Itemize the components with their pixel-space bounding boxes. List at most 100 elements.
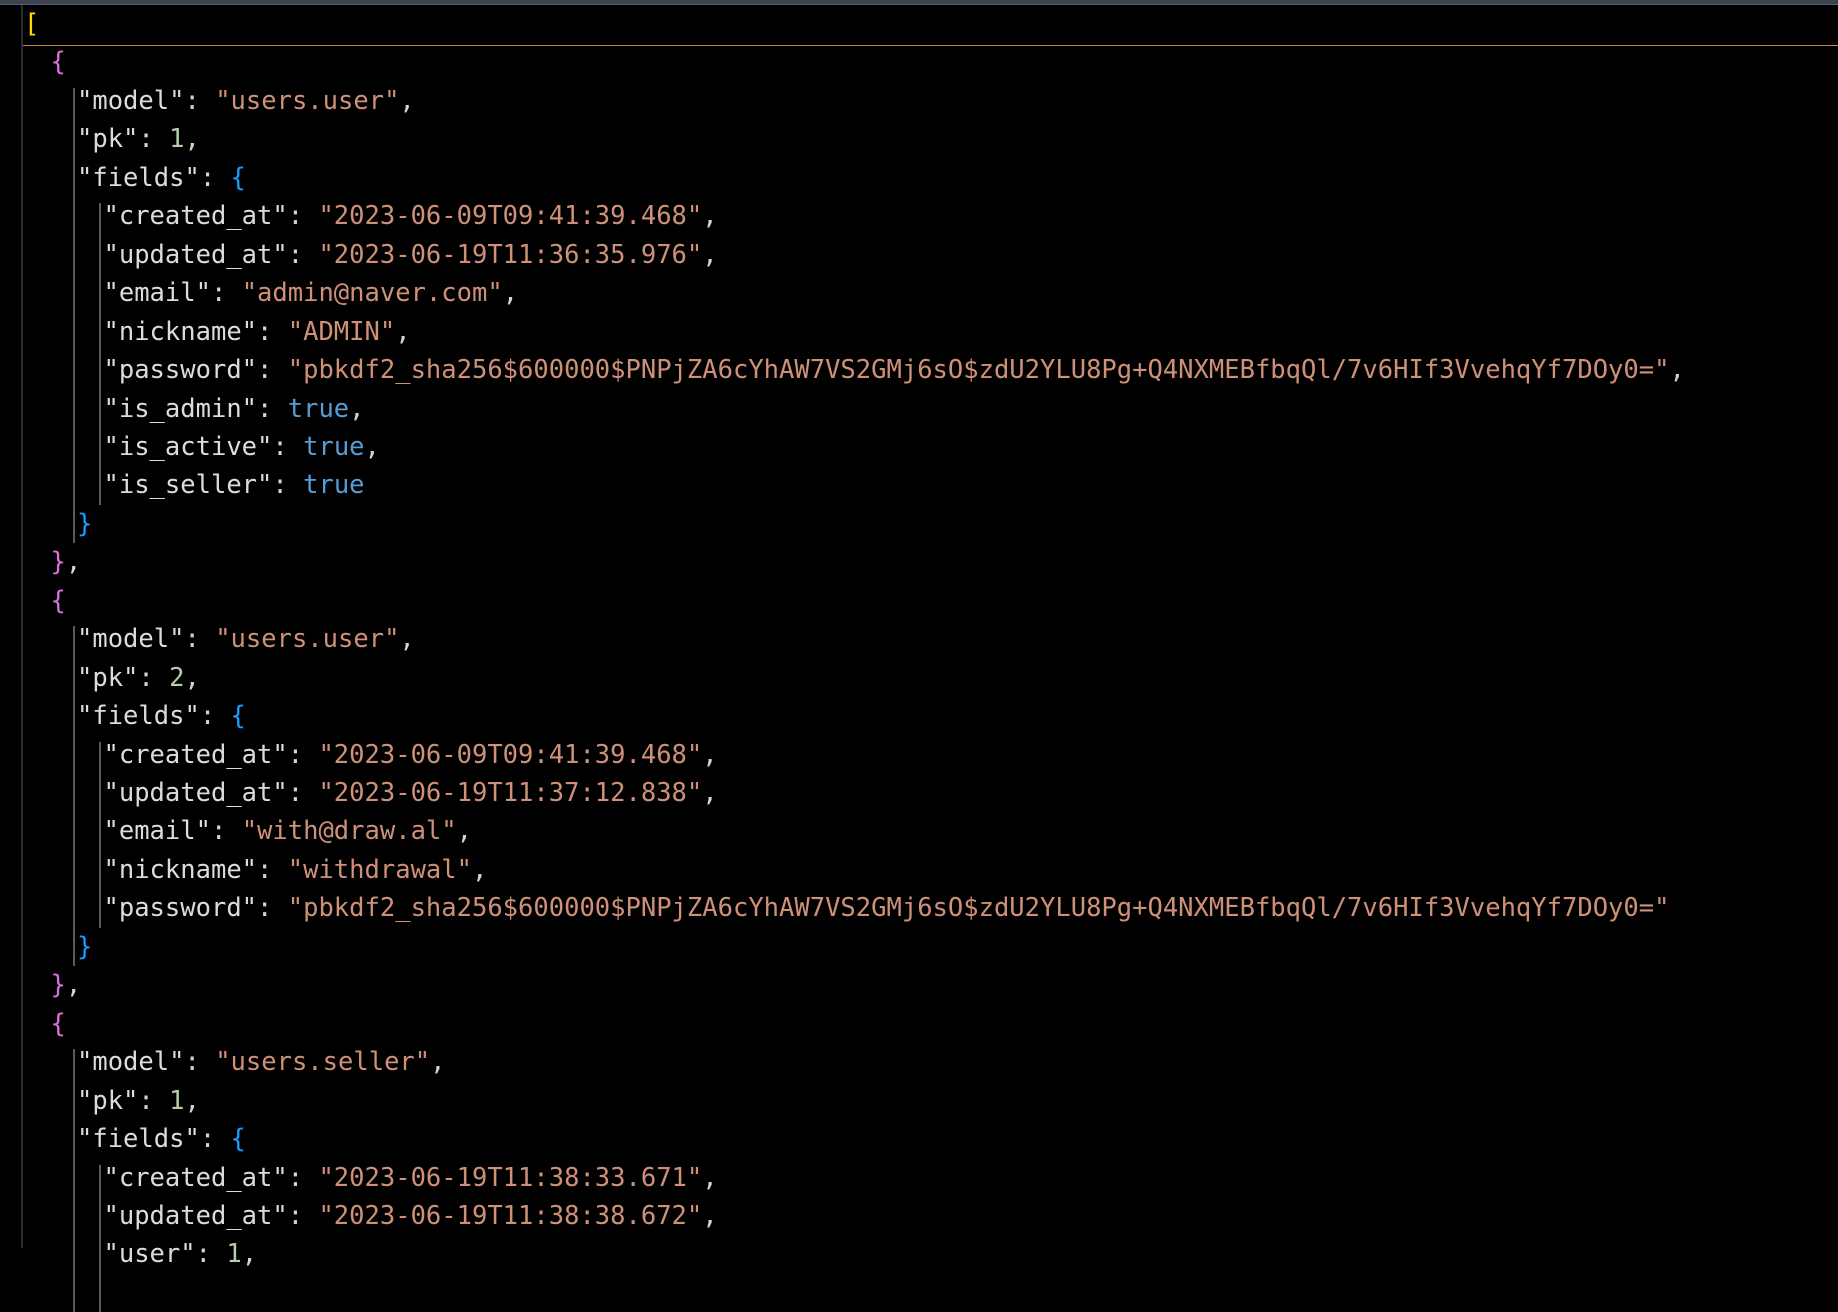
code-token: "fields" — [77, 163, 200, 193]
json-editor[interactable]: [{"model": "users.user","pk": 1,"fields"… — [0, 5, 1838, 1248]
code-token: , — [185, 663, 200, 693]
code-token: , — [503, 278, 518, 308]
code-token: : — [211, 278, 242, 308]
code-token: : — [138, 124, 169, 154]
code-token: "fields" — [77, 701, 200, 731]
code-token: { — [51, 586, 66, 616]
code-token: true — [303, 432, 364, 462]
code-token: "pbkdf2_sha256$600000$PNPjZA6cYhAW7VS2GM… — [288, 355, 1670, 385]
code-token: , — [702, 201, 717, 231]
code-line: { — [51, 582, 66, 620]
code-token: "users.user" — [215, 86, 399, 116]
code-line: "email": "with@draw.al", — [104, 812, 472, 850]
code-token: : — [184, 86, 215, 116]
code-token: : — [272, 470, 303, 500]
code-token: : — [184, 1047, 215, 1077]
indent-guide — [99, 203, 101, 505]
code-line: "created_at": "2023-06-09T09:41:39.468", — [104, 736, 718, 774]
code-token: "is_active" — [104, 432, 273, 462]
code-token: , — [702, 778, 717, 808]
code-token: } — [77, 932, 92, 962]
code-token: : — [288, 1163, 319, 1193]
code-token: "nickname" — [104, 317, 258, 347]
code-token: , — [399, 86, 414, 116]
code-token: , — [702, 240, 717, 270]
code-token: : — [288, 201, 319, 231]
code-token: "2023-06-09T09:41:39.468" — [318, 201, 702, 231]
code-token: , — [1669, 355, 1684, 385]
code-token: 1 — [226, 1239, 241, 1269]
indent-guide — [73, 88, 75, 543]
code-token: { — [231, 701, 246, 731]
code-token: : — [257, 355, 288, 385]
code-token: "model" — [77, 624, 184, 654]
code-line: "is_admin": true, — [104, 390, 365, 428]
code-token: } — [77, 509, 92, 539]
code-token: : — [138, 1086, 169, 1116]
code-token: "fields" — [77, 1124, 200, 1154]
code-token: "pk" — [77, 124, 138, 154]
code-token: : — [257, 855, 288, 885]
code-token: , — [66, 970, 81, 1000]
indent-guide — [99, 742, 101, 928]
code-token: "model" — [77, 86, 184, 116]
code-line: "is_active": true, — [104, 428, 380, 466]
code-token: "admin@naver.com" — [242, 278, 503, 308]
code-line: "password": "pbkdf2_sha256$600000$PNPjZA… — [104, 351, 1685, 389]
code-token: { — [231, 163, 246, 193]
code-token: : — [288, 740, 319, 770]
code-token: "created_at" — [104, 1163, 288, 1193]
code-token: } — [51, 970, 66, 1000]
code-token: , — [185, 124, 200, 154]
code-token: , — [430, 1047, 445, 1077]
code-line: { — [51, 1005, 66, 1043]
code-line: "nickname": "withdrawal", — [104, 851, 488, 889]
code-token: 2 — [169, 663, 184, 693]
code-token: : — [211, 816, 242, 846]
code-token: "2023-06-19T11:37:12.838" — [318, 778, 702, 808]
code-token: , — [472, 855, 487, 885]
code-line: "fields": { — [77, 159, 246, 197]
indent-guide — [99, 1165, 101, 1312]
code-token: : — [257, 893, 288, 923]
code-token: { — [51, 1009, 66, 1039]
code-token: : — [200, 163, 231, 193]
code-token: true — [303, 470, 364, 500]
code-line: "updated_at": "2023-06-19T11:37:12.838", — [104, 774, 718, 812]
code-line: "password": "pbkdf2_sha256$600000$PNPjZA… — [104, 889, 1670, 927]
code-token: } — [51, 547, 66, 577]
code-token: : — [272, 432, 303, 462]
code-token: : — [196, 1239, 227, 1269]
code-line: "nickname": "ADMIN", — [104, 313, 411, 351]
code-token: "2023-06-19T11:38:33.671" — [318, 1163, 702, 1193]
code-line: "pk": 2, — [77, 659, 200, 697]
code-token: "updated_at" — [104, 778, 288, 808]
code-token: "created_at" — [104, 201, 288, 231]
code-line: "user": 1, — [104, 1235, 258, 1273]
code-token: , — [702, 1201, 717, 1231]
current-line-highlight — [23, 10, 1838, 46]
code-line: } — [77, 928, 92, 966]
code-token: "password" — [104, 893, 258, 923]
code-token: , — [457, 816, 472, 846]
code-token: : — [288, 240, 319, 270]
code-token: true — [288, 394, 349, 424]
code-token: : — [288, 1201, 319, 1231]
code-line: "model": "users.seller", — [77, 1043, 445, 1081]
code-line: } — [77, 505, 92, 543]
code-token: , — [349, 394, 364, 424]
code-token: , — [702, 1163, 717, 1193]
code-token: "pbkdf2_sha256$600000$PNPjZA6cYhAW7VS2GM… — [288, 893, 1670, 923]
code-line: "pk": 1, — [77, 1082, 200, 1120]
code-token: "2023-06-19T11:36:35.976" — [318, 240, 702, 270]
code-token: , — [399, 624, 414, 654]
code-token: : — [257, 317, 288, 347]
code-token: : — [257, 394, 288, 424]
code-line: "updated_at": "2023-06-19T11:38:38.672", — [104, 1197, 718, 1235]
code-line: "updated_at": "2023-06-19T11:36:35.976", — [104, 236, 718, 274]
code-token: "ADMIN" — [288, 317, 395, 347]
code-token: "user" — [104, 1239, 196, 1269]
code-token: "with@draw.al" — [242, 816, 457, 846]
code-token: , — [185, 1086, 200, 1116]
code-line: "email": "admin@naver.com", — [104, 274, 519, 312]
